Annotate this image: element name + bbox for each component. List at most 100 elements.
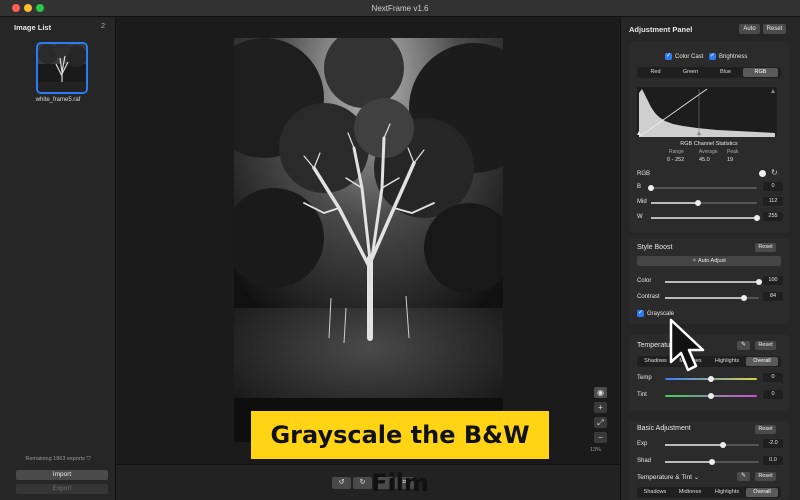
tree-photo-image xyxy=(234,38,503,442)
tab-midtones[interactable]: Midtones xyxy=(672,488,708,497)
caption-banner: Grayscale the B&W Film xyxy=(251,411,549,497)
peak-label: Peak xyxy=(727,149,739,155)
slider-knob[interactable] xyxy=(648,184,654,191)
levels-card: ✓ Color Cast ✓ Brightness Red Green Blue… xyxy=(629,41,789,233)
image-count: 2 xyxy=(101,23,105,30)
export-button[interactable]: Export xyxy=(16,484,108,494)
channel-tabs: Red Green Blue RGB xyxy=(637,67,781,78)
exp-slider[interactable] xyxy=(665,441,759,448)
b-value[interactable]: 0 xyxy=(763,182,783,191)
image-viewer[interactable]: ◉ + ⤢ − 13% xyxy=(116,17,620,464)
temperature-card: Temperature & Tint ✎ Reset Shadows Midto… xyxy=(629,335,789,411)
shad-slider[interactable] xyxy=(665,458,759,465)
bottom-toolbar: ↺ ↻ ↔ ⌗ xyxy=(116,464,620,500)
slider-knob[interactable] xyxy=(754,214,760,221)
color-dot-icon[interactable] xyxy=(759,170,766,177)
slider-knob[interactable] xyxy=(708,375,714,382)
tint-slider[interactable] xyxy=(665,392,757,399)
temp-value[interactable]: 0 xyxy=(763,373,783,382)
tab-green[interactable]: Green xyxy=(673,68,708,77)
checkbox-icon[interactable]: ✓ xyxy=(637,310,644,317)
fit-icon[interactable]: ⤢ xyxy=(594,417,607,428)
temperature2-title-text: Temperature & Tint xyxy=(637,474,692,481)
remaining-exports-text: Remaining 1863 exports xyxy=(25,456,85,462)
auto-button[interactable]: Auto xyxy=(739,24,760,34)
slider-knob[interactable] xyxy=(720,441,727,448)
basic-adjustment-title: Basic Adjustment xyxy=(637,425,691,432)
contrast-value[interactable]: 84 xyxy=(763,292,783,301)
cart-icon[interactable]: ⛉ xyxy=(87,456,91,462)
checkbox-icon[interactable]: ✓ xyxy=(665,53,672,60)
rotate-right-icon[interactable]: ↻ xyxy=(353,477,372,489)
brightness-label: Brightness xyxy=(719,53,748,60)
temperature-reset-button[interactable]: Reset xyxy=(755,341,776,350)
b-label: B xyxy=(637,184,642,190)
image-thumbnail[interactable] xyxy=(36,42,88,94)
eyedropper-icon[interactable]: ✎ xyxy=(737,341,750,350)
grayscale-toggle[interactable]: ✓ Grayscale xyxy=(637,310,674,317)
tint-value[interactable]: 0 xyxy=(763,390,783,399)
app-title: NextFrame v1.6 xyxy=(371,4,429,13)
slider-knob[interactable] xyxy=(694,199,701,206)
style-boost-title: Style Boost xyxy=(637,244,673,251)
tab-shadows[interactable]: Shadows xyxy=(638,488,672,497)
slider-knob[interactable] xyxy=(708,392,714,399)
exp-value[interactable]: -2.0 xyxy=(763,439,783,448)
shad-label: Shad xyxy=(637,458,652,464)
tab-highlights[interactable]: Highlights xyxy=(708,488,746,497)
eye-icon[interactable]: ◉ xyxy=(594,387,607,398)
histogram xyxy=(637,87,777,138)
chevron-down-icon[interactable]: ⌄ xyxy=(694,474,699,481)
slider-knob[interactable] xyxy=(709,458,715,465)
tab-blue[interactable]: Blue xyxy=(708,68,743,77)
rotate-left-icon[interactable]: ↺ xyxy=(332,477,351,489)
mouse-pointer-icon xyxy=(669,318,705,372)
remaining-exports: Remaining 1863 exports ⛉ xyxy=(0,456,116,463)
tab-overall[interactable]: Overall xyxy=(746,357,778,366)
basic-reset-button[interactable]: Reset xyxy=(755,425,776,434)
slider-knob[interactable] xyxy=(756,278,762,285)
color-cast-label: Color Cast xyxy=(675,53,704,60)
temperature2-title: Temperature & Tint ⌄ xyxy=(637,473,699,481)
b-slider[interactable] xyxy=(648,184,757,191)
auto-adjust-button[interactable]: ✧ Auto Adjust xyxy=(637,256,781,266)
contrast-slider[interactable] xyxy=(665,294,759,301)
tint-label: Tint xyxy=(637,392,647,398)
tab-highlights[interactable]: Highlights xyxy=(708,357,746,366)
brightness-toggle[interactable]: ✓ Brightness xyxy=(709,53,747,60)
contrast-label: Contrast xyxy=(637,294,660,300)
w-slider[interactable] xyxy=(651,214,760,221)
tab-rgb[interactable]: RGB xyxy=(743,68,778,77)
panel-title: Adjustment Panel xyxy=(629,25,693,34)
zoom-level: 13% xyxy=(590,447,602,453)
tab-overall[interactable]: Overall xyxy=(746,488,778,497)
histogram-graph xyxy=(637,88,775,138)
tab-red[interactable]: Red xyxy=(638,68,673,77)
color-value[interactable]: 100 xyxy=(763,276,783,285)
reset-button[interactable]: Reset xyxy=(763,24,786,34)
zoom-out-icon[interactable]: − xyxy=(594,432,607,443)
thumbnail-filename: white_frame5.raf xyxy=(35,97,81,103)
range-label: Range xyxy=(669,149,684,155)
checkbox-icon[interactable]: ✓ xyxy=(709,53,716,60)
color-cast-toggle[interactable]: ✓ Color Cast xyxy=(665,53,703,60)
temperature2-reset-button[interactable]: Reset xyxy=(755,472,776,481)
basic-adjustment-card: Basic Adjustment Reset Exp -2.0 Shad 0.0… xyxy=(629,421,789,500)
stats-title: RGB Channel Statistics xyxy=(680,141,738,147)
style-boost-reset-button[interactable]: Reset xyxy=(755,243,776,252)
temp-slider[interactable] xyxy=(665,375,757,382)
slider-knob[interactable] xyxy=(740,294,747,301)
tone-tabs: Shadows Midtones Highlights Overall xyxy=(637,356,781,367)
color-slider[interactable] xyxy=(665,278,762,285)
mid-label: Mid xyxy=(637,199,647,205)
mid-value[interactable]: 112 xyxy=(763,197,783,206)
zoom-in-icon[interactable]: + xyxy=(594,402,607,413)
w-value[interactable]: 255 xyxy=(763,212,783,221)
eyedropper-icon[interactable]: ✎ xyxy=(737,472,750,481)
auto-adjust-label: Auto Adjust xyxy=(698,258,726,264)
shad-value[interactable]: 0.0 xyxy=(763,456,783,465)
mid-slider[interactable] xyxy=(651,199,757,206)
exp-label: Exp xyxy=(637,441,648,447)
refresh-icon[interactable]: ↻ xyxy=(771,168,778,177)
import-button[interactable]: Import xyxy=(16,470,108,480)
